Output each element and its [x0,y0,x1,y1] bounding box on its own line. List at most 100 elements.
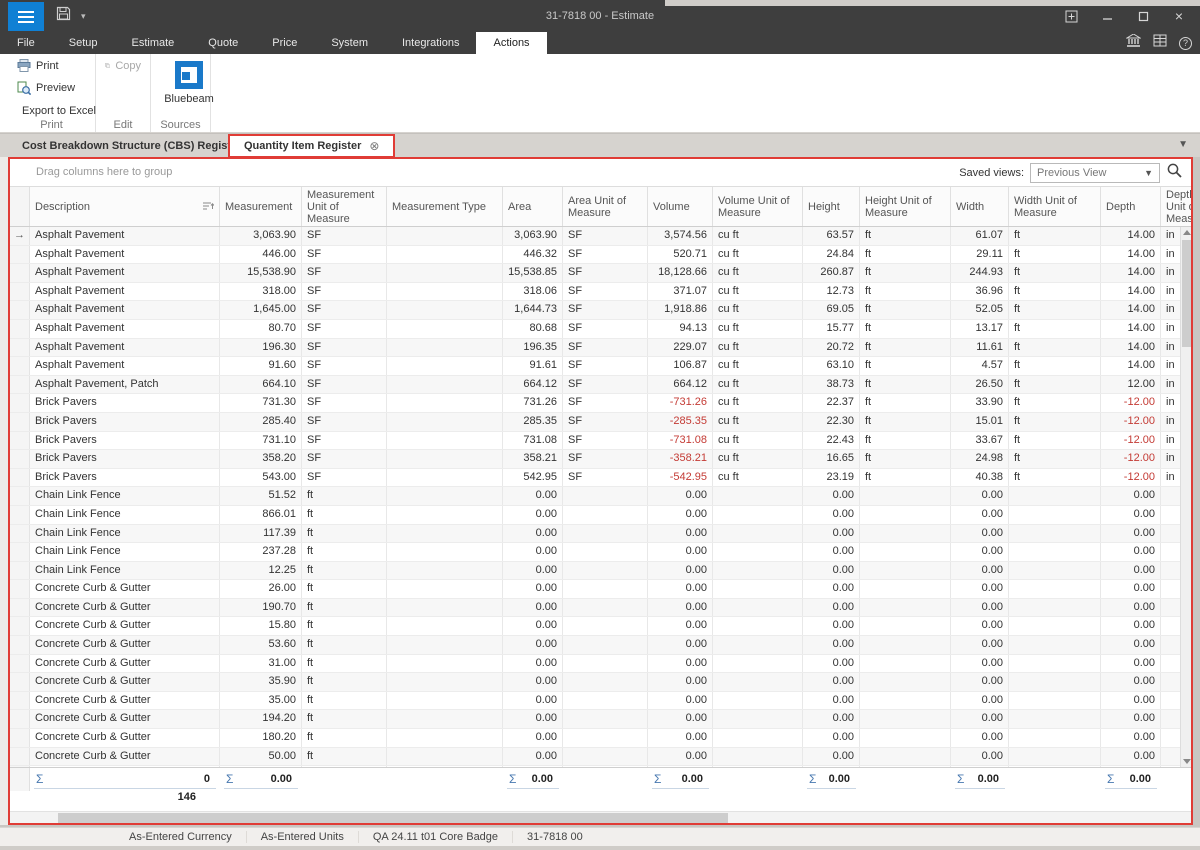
grid-cell[interactable]: 22.30 [803,413,860,431]
table-row[interactable]: Concrete Curb & Gutter35.90ft0.000.000.0… [10,673,1191,692]
minimize-button[interactable] [1092,4,1122,28]
grid-cell[interactable]: 0.00 [1101,599,1161,617]
grid-cell[interactable]: cu ft [713,376,803,394]
grid-cell[interactable]: 0.00 [803,673,860,691]
grid-cell[interactable]: ft [860,301,951,319]
grid-cell[interactable]: 18.20 [220,766,302,767]
grid-cell[interactable] [387,394,503,412]
column-header[interactable]: Area Unit of Measure [563,187,648,226]
grid-cell[interactable] [387,413,503,431]
grid-cell[interactable]: 0.00 [803,729,860,747]
grid-cell[interactable]: 0.00 [1101,692,1161,710]
grid-cell[interactable] [713,710,803,728]
grid-cell[interactable]: ft [1009,264,1101,282]
grid-cell[interactable] [713,617,803,635]
grid-cell[interactable] [387,636,503,654]
grid-cell[interactable]: -12.00 [1101,432,1161,450]
grid-cell[interactable]: 20.72 [803,339,860,357]
grid-cell[interactable]: 31.00 [220,655,302,673]
grid-cell[interactable] [713,543,803,561]
grid-cell[interactable]: 731.08 [503,432,563,450]
grid-cell[interactable] [387,506,503,524]
grid-cell[interactable] [387,283,503,301]
save-icon[interactable] [56,6,71,26]
grid-cell[interactable]: ft [1009,394,1101,412]
grid-cell[interactable]: 190.70 [220,599,302,617]
grid-cell[interactable] [387,729,503,747]
grid-cell[interactable] [860,748,951,766]
grid-cell[interactable]: 22.37 [803,394,860,412]
grid-cell[interactable]: 14.00 [1101,264,1161,282]
grid-cell[interactable]: 0.00 [503,506,563,524]
grid-cell[interactable] [713,562,803,580]
grid-cell[interactable]: 0.00 [951,729,1009,747]
grid-cell[interactable]: 14.00 [1101,246,1161,264]
grid-cell[interactable]: 664.12 [648,376,713,394]
grid-cell[interactable]: 0.00 [1101,487,1161,505]
grid-cell[interactable]: ft [1009,376,1101,394]
grid-cell[interactable]: 237.28 [220,543,302,561]
grid-cell[interactable]: 0.00 [648,580,713,598]
grid-cell[interactable]: cu ft [713,301,803,319]
grid-cell[interactable]: cu ft [713,339,803,357]
grid-cell[interactable]: SF [563,301,648,319]
grid-cell[interactable] [1009,766,1101,767]
grid-cell[interactable]: 15,538.90 [220,264,302,282]
grid-cell[interactable] [387,320,503,338]
grid-cell[interactable]: 24.84 [803,246,860,264]
grid-cell[interactable] [860,562,951,580]
grid-cell[interactable] [860,766,951,767]
summary-cell[interactable]: Σ0.00 [951,771,1009,789]
print-button[interactable]: Print [14,57,89,74]
grid-cell[interactable]: 0.00 [503,766,563,767]
grid-cell[interactable]: 0.00 [951,636,1009,654]
grid-cell[interactable]: 1,644.73 [503,301,563,319]
grid-cell[interactable] [1009,525,1101,543]
grid-cell[interactable]: ft [860,413,951,431]
grid-cell[interactable]: ft [302,729,387,747]
saved-views-dropdown[interactable]: Previous View ▼ [1030,163,1160,183]
grid-cell[interactable]: 446.00 [220,246,302,264]
table-row[interactable]: Asphalt Pavement446.00SF446.32SF520.71cu… [10,246,1191,265]
grid-cell[interactable]: ft [302,543,387,561]
grid-cell[interactable]: 0.00 [951,506,1009,524]
grid-cell[interactable]: ft [302,748,387,766]
grid-cell[interactable]: SF [302,264,387,282]
grid-cell[interactable]: 0.00 [503,636,563,654]
grid-cell[interactable]: cu ft [713,394,803,412]
grid-cell[interactable]: -542.95 [648,469,713,487]
grid-cell[interactable] [860,506,951,524]
grid-cell[interactable] [563,766,648,767]
menu-tab-system[interactable]: System [314,32,385,54]
grid-cell[interactable]: 22.43 [803,432,860,450]
grid-cell[interactable] [387,562,503,580]
grid-cell[interactable]: 194.20 [220,710,302,728]
grid-cell[interactable] [563,617,648,635]
summary-cell[interactable]: Σ0.00 [220,771,302,789]
grid-cell[interactable]: 260.87 [803,264,860,282]
grid-cell[interactable] [563,487,648,505]
grid-cell[interactable]: Asphalt Pavement [30,264,220,282]
grid-cell[interactable]: 91.60 [220,357,302,375]
grid-cell[interactable] [860,543,951,561]
preview-button[interactable]: Preview [14,79,89,97]
column-header[interactable]: Description [30,187,220,226]
vertical-scroll-thumb[interactable] [1182,240,1191,347]
grid-cell[interactable] [860,580,951,598]
maximize-button[interactable] [1128,4,1158,28]
grid-cell[interactable]: 14.00 [1101,283,1161,301]
table-row[interactable]: Brick Pavers731.30SF731.26SF-731.26cu ft… [10,394,1191,413]
grid-cell[interactable]: 0.00 [1101,766,1161,767]
grid-cell[interactable]: 0.00 [503,487,563,505]
horizontal-scroll-thumb[interactable] [58,813,728,823]
grid-cell[interactable]: 0.00 [803,506,860,524]
grid-cell[interactable]: Chain Link Fence [30,543,220,561]
grid-cell[interactable]: 371.07 [648,283,713,301]
grid-cell[interactable]: SF [563,264,648,282]
grid-cell[interactable]: ft [860,432,951,450]
grid-cell[interactable] [1009,673,1101,691]
grid-cell[interactable] [387,748,503,766]
grid-cell[interactable] [387,766,503,767]
grid-cell[interactable]: 11.61 [951,339,1009,357]
grid-cell[interactable]: Brick Pavers [30,394,220,412]
